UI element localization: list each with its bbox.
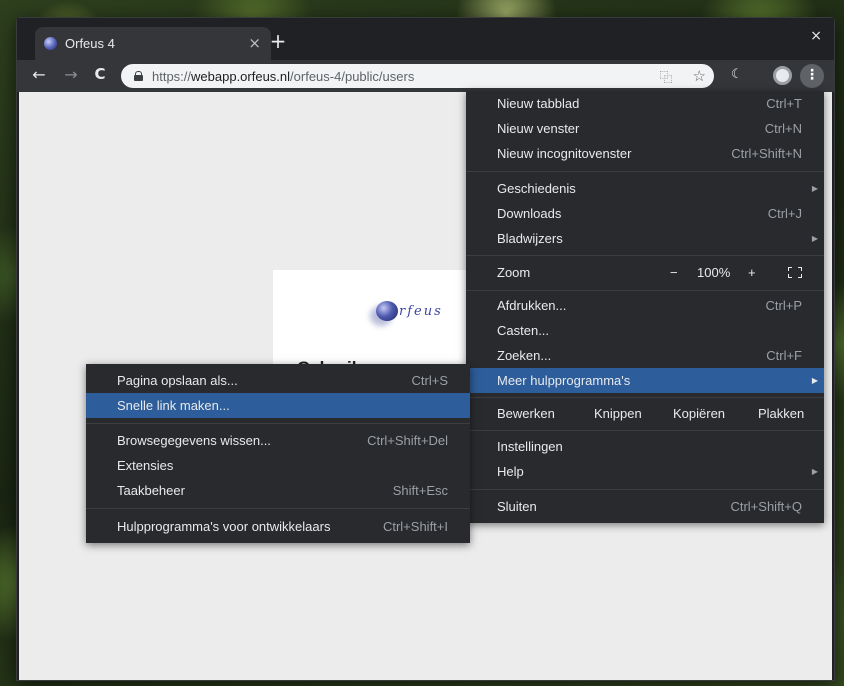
logo-text: rfeus [399, 303, 443, 319]
toolbar: ← → C https://webapp.orfeus.nl/orfeus-4/… [17, 60, 834, 92]
more-tools-submenu: Pagina opslaan als... Ctrl+S Snelle link… [86, 364, 470, 543]
menu-item-new-window[interactable]: Nieuw venster Ctrl+N [466, 116, 824, 141]
menu-separator [466, 397, 824, 398]
lock-icon[interactable] [134, 71, 143, 81]
menu-item-find[interactable]: Zoeken... Ctrl+F [466, 343, 824, 368]
menu-item-shortcut: Ctrl+Shift+I [382, 519, 448, 534]
zoom-out-button[interactable]: − [670, 260, 678, 285]
new-tab-button[interactable]: + [266, 29, 290, 53]
submenu-item-clear-data[interactable]: Browsegegevens wissen... Ctrl+Shift+Del [86, 428, 470, 453]
star-icon[interactable]: ☆ [693, 67, 706, 86]
menu-separator [466, 290, 824, 291]
menu-item-label: Downloads [497, 206, 562, 221]
menu-item-label: Extensies [117, 458, 174, 473]
submenu-arrow-icon: ▶ [811, 184, 818, 193]
menu-item-new-incognito[interactable]: Nieuw incognitovenster Ctrl+Shift+N [466, 141, 824, 166]
submenu-item-developer-tools[interactable]: Hulpprogramma's voor ontwikkelaars Ctrl+… [86, 514, 470, 539]
edit-label: Bewerken [497, 406, 555, 421]
submenu-item-task-manager[interactable]: Taakbeheer Shift+Esc [86, 478, 470, 503]
favicon-icon [44, 37, 57, 50]
submenu-arrow-icon: ▶ [811, 234, 818, 243]
extension-icon[interactable]: ☾ [731, 67, 743, 82]
paste-button[interactable]: Plakken [758, 401, 804, 426]
menu-item-label: Pagina opslaan als... [117, 373, 238, 388]
menu-zoom-row: Zoom − 100% + [466, 260, 824, 285]
url-host: webapp.orfeus.nl [191, 68, 291, 84]
cut-button[interactable]: Knippen [594, 401, 642, 426]
address-bar[interactable]: https://webapp.orfeus.nl/orfeus-4/public… [121, 64, 714, 88]
menu-item-downloads[interactable]: Downloads Ctrl+J [466, 201, 824, 226]
submenu-item-extensions[interactable]: Extensies [86, 453, 470, 478]
menu-separator [466, 171, 824, 172]
orfeus-logo: rfeus [376, 301, 443, 321]
menu-item-label: Instellingen [497, 439, 563, 454]
menu-item-shortcut: Ctrl+J [767, 206, 802, 221]
translate-icon[interactable]: ⿻ [660, 67, 673, 86]
submenu-item-save-page[interactable]: Pagina opslaan als... Ctrl+S [86, 368, 470, 393]
menu-item-print[interactable]: Afdrukken... Ctrl+P [466, 293, 824, 318]
menu-item-label: Hulpprogramma's voor ontwikkelaars [117, 519, 331, 534]
menu-item-shortcut: Ctrl+Shift+Del [367, 433, 448, 448]
menu-item-label: Afdrukken... [497, 298, 567, 313]
menu-item-shortcut: Shift+Esc [392, 483, 448, 498]
menu-edit-row: Bewerken Knippen Kopiëren Plakken [466, 401, 824, 426]
menu-item-label: Browsegegevens wissen... [117, 433, 271, 448]
menu-item-more-tools[interactable]: Meer hulpprogramma's ▶ [466, 368, 824, 393]
menu-item-label: Snelle link maken... [117, 398, 230, 413]
tab-strip: Orfeus 4 × + × [17, 18, 834, 60]
zoom-value: 100% [697, 265, 731, 280]
menu-item-label: Nieuw venster [497, 121, 580, 136]
url-scheme: https:// [152, 68, 192, 84]
menu-item-bookmarks[interactable]: Bladwijzers ▶ [466, 226, 824, 251]
tab-title: Orfeus 4 [65, 36, 115, 51]
menu-separator [466, 255, 824, 256]
avatar[interactable] [773, 66, 792, 85]
menu-item-history[interactable]: Geschiedenis ▶ [466, 176, 824, 201]
menu-item-label: Casten... [497, 323, 550, 338]
menu-item-new-tab[interactable]: Nieuw tabblad Ctrl+T [466, 91, 824, 116]
menu-separator [466, 430, 824, 431]
tab-close-icon[interactable]: × [248, 34, 261, 52]
menu-separator [86, 508, 470, 509]
menu-item-label: Geschiedenis [497, 181, 576, 196]
forward-button[interactable]: → [61, 65, 81, 84]
menu-item-label: Sluiten [497, 499, 537, 514]
fullscreen-icon[interactable] [788, 267, 802, 278]
window-close-button[interactable]: × [810, 28, 822, 44]
menu-item-label: Nieuw tabblad [497, 96, 580, 111]
browser-main-menu: Nieuw tabblad Ctrl+T Nieuw venster Ctrl+… [466, 91, 824, 523]
back-button[interactable]: ← [29, 65, 49, 84]
menu-item-help[interactable]: Help ▶ [466, 459, 824, 484]
menu-separator [86, 423, 470, 424]
menu-item-shortcut: Ctrl+T [766, 96, 802, 111]
reload-button[interactable]: C [90, 65, 110, 83]
menu-item-shortcut: Ctrl+Shift+Q [730, 499, 802, 514]
menu-item-shortcut: Ctrl+S [411, 373, 448, 388]
menu-item-settings[interactable]: Instellingen [466, 434, 824, 459]
menu-icon[interactable]: ⋮ [800, 64, 824, 88]
url-path: /orfeus-4/public/users [290, 68, 415, 84]
menu-item-label: Help [497, 464, 524, 479]
zoom-label: Zoom [497, 265, 531, 280]
logo-globe-icon [376, 301, 398, 321]
menu-item-label: Bladwijzers [497, 231, 563, 246]
menu-item-shortcut: Ctrl+P [765, 298, 802, 313]
submenu-arrow-icon: ▶ [811, 376, 818, 385]
submenu-item-create-shortcut[interactable]: Snelle link maken... [86, 393, 470, 418]
submenu-arrow-icon: ▶ [811, 467, 818, 476]
copy-button[interactable]: Kopiëren [673, 401, 725, 426]
menu-item-label: Meer hulpprogramma's [497, 373, 631, 388]
menu-item-cast[interactable]: Casten... [466, 318, 824, 343]
menu-item-shortcut: Ctrl+Shift+N [731, 146, 802, 161]
menu-item-exit[interactable]: Sluiten Ctrl+Shift+Q [466, 494, 824, 519]
zoom-in-button[interactable]: + [748, 260, 756, 285]
menu-separator [466, 489, 824, 490]
menu-item-shortcut: Ctrl+N [764, 121, 802, 136]
menu-item-label: Nieuw incognitovenster [497, 146, 632, 161]
menu-item-label: Zoeken... [497, 348, 552, 363]
tab-orfeus[interactable]: Orfeus 4 × [35, 27, 271, 60]
menu-item-shortcut: Ctrl+F [766, 348, 802, 363]
menu-item-label: Taakbeheer [117, 483, 185, 498]
